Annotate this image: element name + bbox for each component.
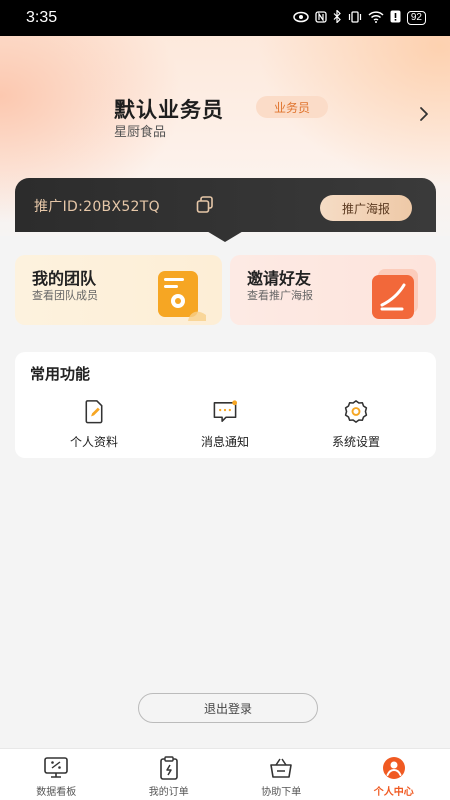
nfc-icon [315,10,327,26]
status-bar: 3:35 92 [0,0,450,36]
gear-icon [344,400,368,423]
status-icons: 92 [293,9,426,26]
profile-name: 默认业务员 [114,98,224,122]
tab-label-orders: 我的订单 [148,787,189,798]
promotion-id: 推广ID:20BX52TQ [34,199,160,215]
tab-assist-order[interactable]: 协助下单 [225,749,338,800]
function-label-settings: 系统设置 [331,435,380,449]
function-messages[interactable]: 消息通知 [175,398,275,450]
edit-document-icon [85,400,103,424]
invite-friends-title: 邀请好友 [247,269,312,288]
basket-icon [270,758,293,778]
vibrate-icon [348,10,362,26]
common-functions-card: 常用功能 个人资料 消息通知 系统设置 [15,352,436,458]
function-label-profile: 个人资料 [69,435,118,449]
order-clipboard-icon [159,756,178,780]
bluetooth-icon [333,9,342,26]
tab-personal-center[interactable]: 个人中心 [338,749,450,800]
tab-label-dashboard: 数据看板 [36,787,77,798]
function-settings[interactable]: 系统设置 [306,398,406,450]
invite-friends-card[interactable]: 邀请好友 查看推广海报 [230,255,436,325]
tab-dashboard[interactable]: 数据看板 [0,749,113,800]
copy-icon[interactable] [195,195,215,215]
my-team-title: 我的团队 [32,269,97,288]
logout-button[interactable]: 退出登录 [138,693,318,723]
team-folder-icon [158,271,206,321]
tab-orders[interactable]: 我的订单 [113,749,226,800]
invite-friends-subtitle: 查看推广海报 [247,289,313,302]
user-icon [382,757,405,779]
promotion-card-notch [205,230,245,242]
status-time: 3:35 [26,9,58,26]
role-badge: 业务员 [256,96,328,118]
company-name: 星厨食品 [114,125,167,140]
tab-label-assist-order: 协助下单 [261,787,302,798]
my-team-subtitle: 查看团队成员 [32,289,98,302]
function-profile[interactable]: 个人资料 [44,398,144,450]
wifi-icon [368,10,384,26]
message-icon [213,400,238,422]
my-team-card[interactable]: 我的团队 查看团队成员 [15,255,222,325]
function-label-messages: 消息通知 [200,435,249,449]
eye-icon [293,11,309,26]
chevron-right-icon[interactable] [416,106,432,122]
common-functions-title: 常用功能 [30,365,91,383]
invite-poster-icon [372,269,418,319]
alert-icon [390,10,401,26]
promotion-poster-button[interactable]: 推广海报 [320,195,412,221]
battery-indicator: 92 [406,11,426,25]
dashboard-monitor-icon [44,757,69,778]
bottom-tab-bar: 数据看板 我的订单 协助下单 个人中心 [0,748,450,800]
tab-label-personal-center: 个人中心 [373,787,414,798]
